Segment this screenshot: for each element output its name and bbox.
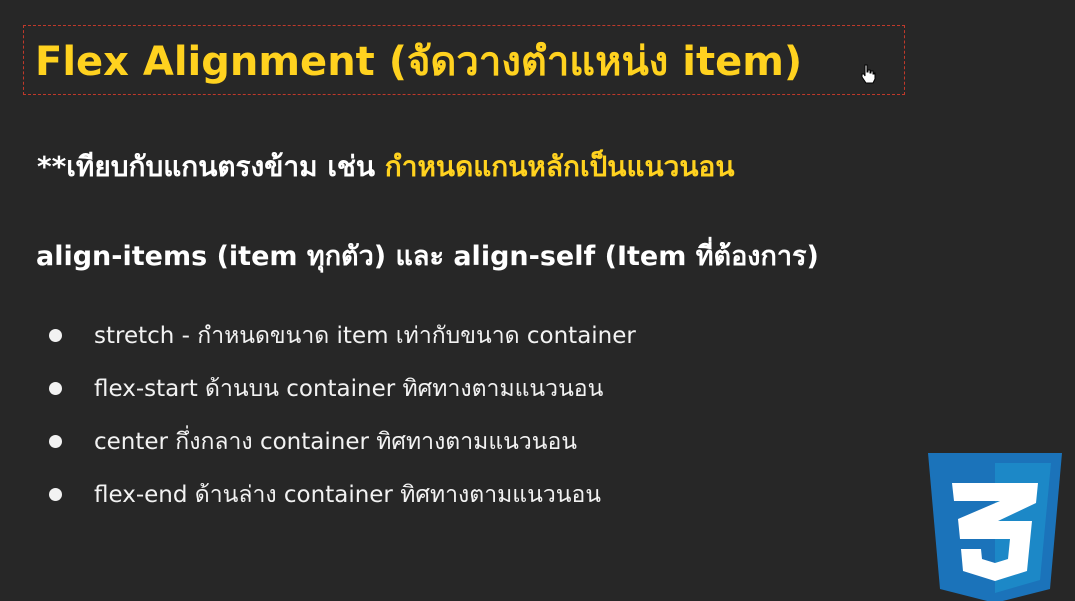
list-item-text: stretch - กำหนดขนาด item เท่ากับขนาด con… bbox=[94, 323, 636, 349]
list-item-text: center กึ่งกลาง container ทิศทางตามแนวนอ… bbox=[94, 429, 578, 455]
css3-logo-icon bbox=[928, 453, 1062, 601]
bullet-icon bbox=[49, 488, 62, 501]
comparison-note: **เทียบกับแกนตรงข้าม เช่น กำหนดแกนหลักเป… bbox=[37, 145, 734, 189]
bullet-icon bbox=[49, 382, 62, 395]
slide: Flex Alignment (จัดวางตำแหน่ง item) **เท… bbox=[0, 0, 1075, 601]
main-axis-highlight: กำหนดแกนหลักเป็นแนวนอน bbox=[384, 150, 735, 183]
slide-title: Flex Alignment (จัดวางตำแหน่ง item) bbox=[35, 39, 803, 85]
bullet-icon bbox=[49, 435, 62, 448]
align-properties-heading: align-items (item ทุกตัว) และ align-self… bbox=[36, 241, 819, 272]
bullet-icon bbox=[49, 329, 62, 342]
hand-pointer-icon bbox=[861, 64, 876, 84]
comparison-note-text: **เทียบกับแกนตรงข้าม เช่น bbox=[37, 150, 385, 183]
list-item-text: flex-end ด้านล่าง container ทิศทางตามแนว… bbox=[94, 482, 601, 508]
list-item-text: flex-start ด้านบน container ทิศทางตามแนว… bbox=[94, 376, 604, 402]
